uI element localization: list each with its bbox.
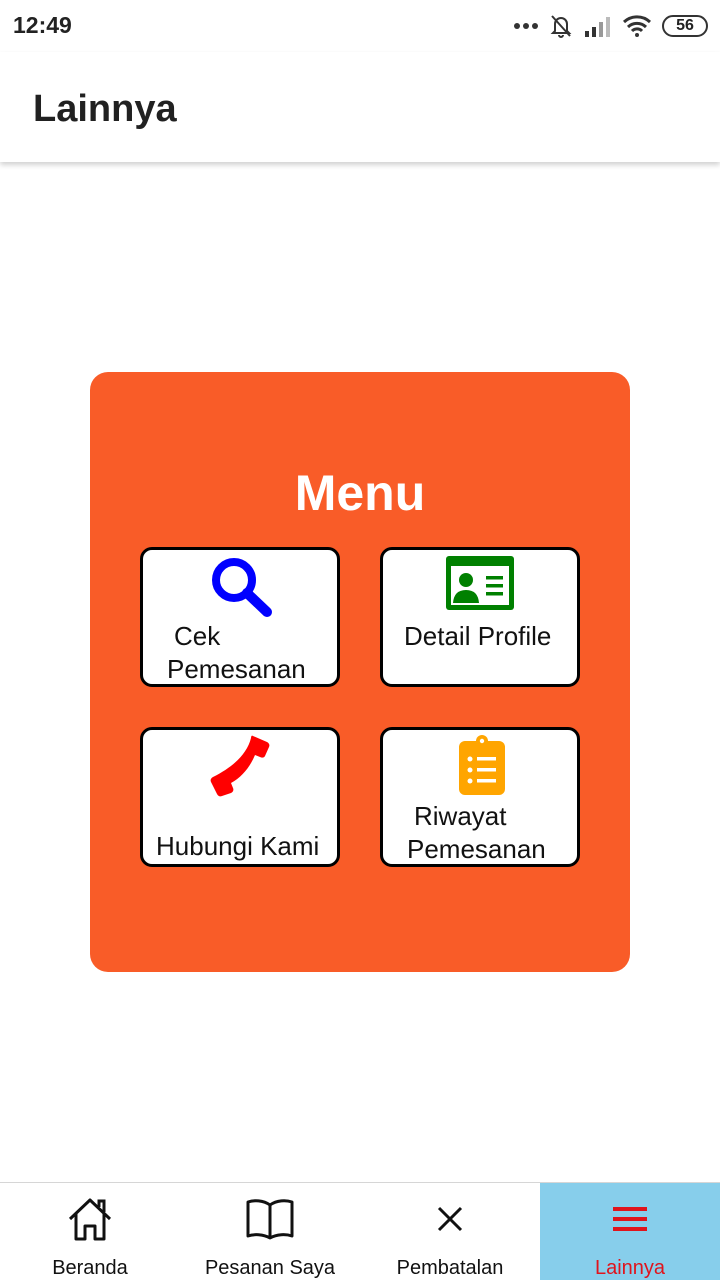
nav-label: Beranda — [52, 1257, 128, 1279]
battery-level: 56 — [676, 17, 694, 34]
nav-item-lainnya[interactable]: Lainnya — [540, 1183, 720, 1280]
close-icon — [424, 1193, 476, 1245]
riwayat-pemesanan-button[interactable]: Riwayat Pemesanan — [380, 727, 580, 867]
home-icon — [64, 1193, 116, 1245]
battery-icon: 56 — [662, 15, 708, 37]
detail-profile-button[interactable]: Detail Profile — [380, 547, 580, 687]
tile-label-line1: Cek — [174, 621, 221, 651]
bottom-nav: Beranda Pesanan Saya Pembatalan Lainnya — [0, 1182, 720, 1280]
nav-label: Pembatalan — [396, 1257, 504, 1279]
tile-label-line2: Pemesanan — [167, 654, 306, 684]
nav-label: Lainnya — [594, 1257, 666, 1279]
page-title: Lainnya — [33, 88, 177, 130]
app-bar: Lainnya — [0, 52, 720, 162]
hubungi-kami-button[interactable]: Hubungi Kami — [140, 727, 340, 867]
book-icon — [244, 1193, 296, 1245]
nav-label: Pesanan Saya — [204, 1257, 336, 1279]
nav-item-pesanan-saya[interactable]: Pesanan Saya — [180, 1183, 360, 1280]
more-dots-icon — [514, 23, 538, 29]
wifi-icon — [622, 15, 652, 37]
search-icon — [212, 558, 272, 617]
nav-item-pembatalan[interactable]: Pembatalan — [360, 1183, 540, 1280]
notifications-off-icon — [550, 15, 572, 38]
status-bar: 12:49 56 — [0, 0, 720, 52]
nav-item-beranda[interactable]: Beranda — [0, 1183, 180, 1280]
menu-icon — [604, 1193, 656, 1245]
tile-label-line2: Pemesanan — [407, 834, 546, 864]
tile-label: Detail Profile — [404, 621, 552, 651]
clipboard-list-icon — [459, 735, 505, 795]
menu-heading: Menu — [294, 465, 426, 521]
profile-card-icon — [446, 556, 514, 610]
tile-label: Hubungi Kami — [156, 831, 320, 861]
cek-pemesanan-button[interactable]: Cek Pemesanan — [140, 547, 340, 687]
tile-label-line1: Riwayat — [414, 801, 507, 831]
phone-icon — [210, 735, 270, 797]
status-icons: 56 — [514, 12, 708, 40]
signal-icon — [585, 17, 610, 37]
status-time: 12:49 — [13, 12, 72, 38]
